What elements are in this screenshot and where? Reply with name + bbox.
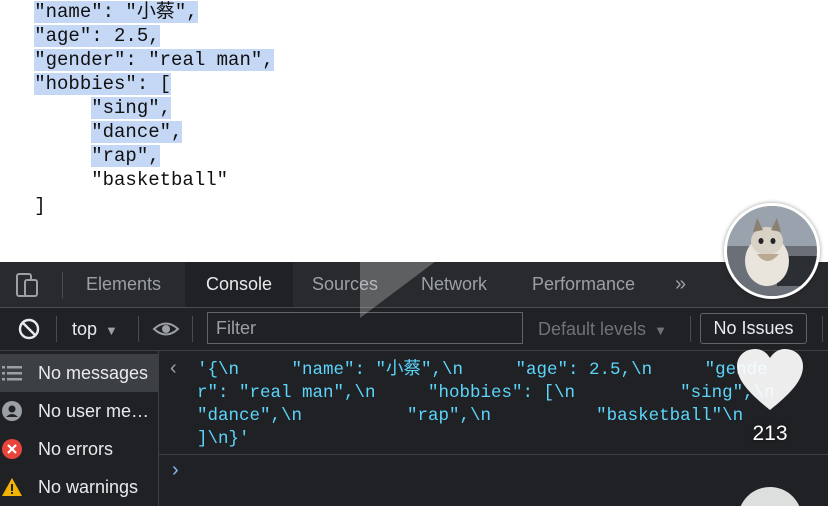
toolbar-separator <box>56 316 57 342</box>
output-divider <box>159 454 828 455</box>
json-line: "age": 2.5, <box>34 25 160 47</box>
creator-avatar[interactable] <box>724 203 820 299</box>
console-output-line[interactable]: ]\n}' <box>197 428 250 451</box>
tab-performance[interactable]: Performance <box>532 262 635 307</box>
console-sidebar: No messages No user me… No errors No war… <box>0 351 159 506</box>
clear-console-icon[interactable] <box>17 317 43 343</box>
warning-icon <box>2 478 22 496</box>
filter-placeholder: Filter <box>216 318 256 338</box>
console-prompt-icon: › <box>172 459 179 481</box>
context-selector[interactable]: top ▼ <box>72 308 118 352</box>
sidebar-item-label: No errors <box>38 439 114 459</box>
user-icon <box>2 401 22 421</box>
like-count: 213 <box>752 422 788 445</box>
json-line: ] <box>34 195 46 217</box>
json-line: "rap", <box>91 145 160 167</box>
json-line: "basketball" <box>91 169 229 191</box>
list-icon <box>2 366 22 381</box>
more-tabs-icon[interactable]: » <box>675 262 686 307</box>
sidebar-item-user-messages[interactable]: No user me… <box>0 392 158 430</box>
return-value-icon: ‹ <box>170 357 177 379</box>
sidebar-item-label: No warnings <box>38 477 139 497</box>
sidebar-item-errors[interactable]: No errors <box>0 430 158 468</box>
live-expression-eye-icon[interactable] <box>152 318 180 340</box>
cat-photo-icon <box>727 206 817 296</box>
log-levels-label: Default levels <box>538 319 647 339</box>
log-levels-dropdown[interactable]: Default levels ▼ <box>538 308 667 352</box>
error-icon <box>2 439 22 459</box>
console-output-line[interactable]: "dance",\n "rap",\n "basketball"\n <box>197 405 743 428</box>
json-line: "gender": "real man", <box>34 49 274 71</box>
play-icon[interactable] <box>360 198 440 318</box>
tab-elements[interactable]: Elements <box>86 262 161 307</box>
toolbar-separator <box>690 316 691 342</box>
console-input[interactable] <box>197 457 817 483</box>
json-line: "sing", <box>91 97 172 119</box>
console-output-line[interactable]: r": "real man",\n "hobbies": [\n "sing",… <box>197 382 775 405</box>
sidebar-item-label: No messages <box>38 363 149 383</box>
tab-separator <box>62 272 63 298</box>
issues-button[interactable]: No Issues <box>700 313 807 344</box>
json-line: "hobbies": [ <box>34 73 172 95</box>
device-toolbar-icon[interactable] <box>14 272 40 298</box>
console-output-line[interactable]: '{\n "name": "小蔡",\n "age": 2.5,\n "gend… <box>197 359 768 382</box>
json-line: "name": "小蔡", <box>34 1 198 23</box>
tab-console[interactable]: Console <box>185 262 293 307</box>
toolbar-separator <box>138 316 139 342</box>
dropdown-arrow-icon: ▼ <box>654 323 667 338</box>
heart-icon <box>737 349 803 410</box>
console-output: ‹ '{\n "name": "小蔡",\n "age": 2.5,\n "ge… <box>159 351 828 506</box>
sidebar-item-messages[interactable]: No messages <box>0 354 158 392</box>
like-button[interactable]: 213 <box>735 348 805 448</box>
dropdown-arrow-icon: ▼ <box>105 323 118 338</box>
sidebar-item-label: No user me… <box>38 401 150 421</box>
toolbar-separator <box>822 316 823 342</box>
context-label: top <box>72 319 98 339</box>
sidebar-item-warnings[interactable]: No warnings <box>0 468 158 506</box>
toolbar-separator <box>192 316 193 342</box>
json-line: "dance", <box>91 121 183 143</box>
